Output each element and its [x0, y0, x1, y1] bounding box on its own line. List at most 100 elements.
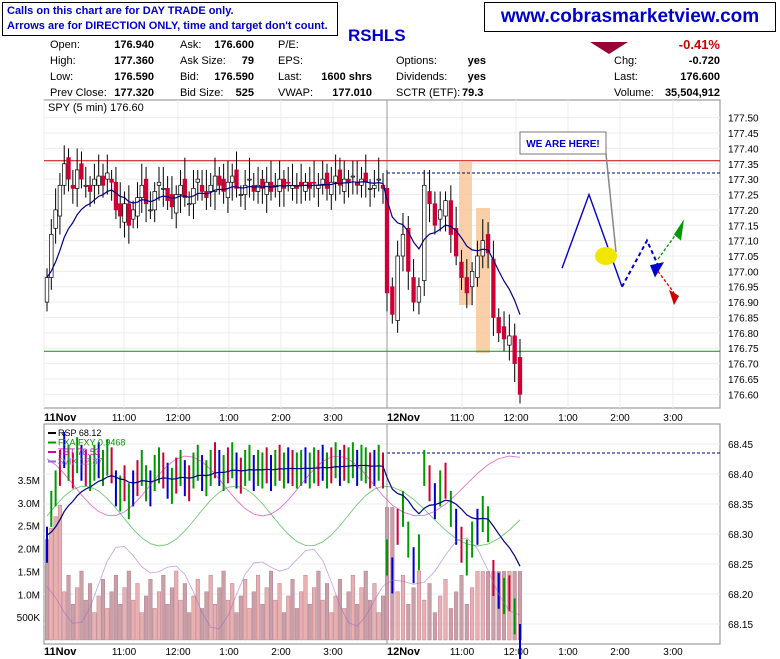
- time-tick: 1:00: [558, 413, 578, 424]
- price-tick: 177.50: [728, 114, 759, 125]
- candle-body: [182, 178, 187, 198]
- volume-bar: [139, 612, 144, 641]
- volume-bar: [475, 571, 480, 641]
- volume-bar: [411, 587, 416, 641]
- volume-bar: [217, 587, 222, 641]
- volume-bar: [161, 574, 166, 641]
- candle-body: [169, 194, 175, 208]
- volume-bar: [400, 574, 405, 641]
- volume-tick: 1.0M: [18, 590, 40, 601]
- volume-bar: [273, 599, 278, 641]
- volume-bar: [105, 608, 110, 641]
- candle-body: [122, 203, 127, 223]
- price-tick: 177.10: [728, 237, 759, 248]
- blue-arrow-icon: [650, 262, 664, 278]
- time-tick-lower: 3:00: [663, 647, 683, 658]
- candle-body: [459, 261, 464, 278]
- rsp-tick: 68.35: [728, 500, 753, 511]
- volume-bar: [486, 571, 491, 641]
- volume-bar: [225, 599, 230, 641]
- time-tick-lower: 3:00: [323, 647, 343, 658]
- volume-bar: [238, 595, 243, 641]
- candle-body: [411, 277, 416, 303]
- candle-body: [105, 172, 110, 180]
- price-tick: 177.35: [728, 160, 759, 171]
- candle-body: [507, 335, 512, 346]
- candle-body: [264, 181, 269, 195]
- volume-bar: [234, 612, 239, 641]
- candle-body: [432, 203, 438, 226]
- candle-body: [395, 255, 400, 321]
- candle-body: [496, 317, 501, 334]
- volume-bar: [454, 591, 459, 641]
- volume-bar: [126, 570, 131, 641]
- green-arrow-icon: [674, 219, 684, 241]
- lower-panel: 68.45 68.40 68.35 68.30 68.25 68.20 68.15 3.5M 3…: [17, 424, 753, 659]
- highlight-zones: [459, 162, 490, 353]
- time-tick-lower: 11Nov: [44, 646, 77, 658]
- candle-body: [66, 157, 71, 180]
- price-tick: 176.90: [728, 298, 759, 309]
- candle-body: [148, 209, 153, 212]
- rsp-tick: 68.45: [728, 440, 753, 451]
- candle-body: [390, 286, 395, 315]
- volume-bar: [312, 587, 317, 641]
- volume-bar: [221, 570, 226, 641]
- down-triangle-icon: [590, 42, 628, 54]
- volume-bar: [187, 612, 192, 641]
- candle-body: [416, 286, 422, 303]
- candle-body: [199, 184, 205, 192]
- candle-body: [400, 234, 406, 257]
- volume-bar: [212, 604, 217, 641]
- candle-body: [281, 178, 287, 189]
- volume-bar: [320, 599, 325, 641]
- volume-bar: [57, 504, 62, 641]
- candle-body: [469, 271, 475, 288]
- time-tick-lower: 12:00: [503, 647, 528, 658]
- candle-body: [422, 184, 427, 281]
- volume-bar: [152, 608, 157, 641]
- time-tick-lower: 2:00: [271, 647, 291, 658]
- volume-bar: [131, 599, 136, 641]
- volume-bar: [427, 583, 432, 641]
- volume-bar: [286, 595, 291, 641]
- time-tick: 2:00: [271, 413, 291, 424]
- candle-body: [44, 277, 50, 303]
- candle-body: [438, 209, 443, 220]
- candle-body: [178, 184, 183, 195]
- volume-bar: [443, 579, 448, 641]
- candle-body: [87, 184, 93, 192]
- volume-bar: [376, 612, 381, 641]
- time-tick-lower: 12:00: [165, 647, 190, 658]
- annotation-pointer: [605, 153, 617, 253]
- candle-body: [512, 335, 517, 364]
- volume-bar: [406, 604, 411, 641]
- grid: [43, 100, 720, 408]
- volume-bar: [355, 604, 360, 641]
- volume-bar: [251, 591, 256, 641]
- volume-bar: [346, 591, 351, 641]
- volume-bar: [247, 608, 252, 641]
- candle-body: [195, 178, 200, 183]
- candle-body: [427, 191, 432, 205]
- candle-body: [342, 178, 347, 192]
- volume-bar: [156, 591, 161, 641]
- candle-body: [501, 326, 507, 340]
- volume-bar: [342, 608, 347, 641]
- price-tick: 176.70: [728, 360, 759, 371]
- candle-body: [303, 181, 308, 192]
- legend-label: TBT 78.53: [58, 447, 100, 457]
- candle-body: [135, 197, 140, 217]
- time-tick-lower: 1:00: [558, 647, 578, 658]
- volume-bar: [96, 595, 101, 641]
- volume-bar: [464, 604, 469, 641]
- volume-tick: 3.5M: [18, 476, 40, 487]
- price-tick: 176.85: [728, 313, 759, 324]
- candle-body: [225, 181, 231, 198]
- volume-bar: [62, 591, 67, 641]
- candle-body: [363, 172, 368, 183]
- volume-bar: [350, 574, 355, 641]
- time-tick: 2:00: [610, 413, 630, 424]
- site-url[interactable]: www.cobrasmarketview.com: [484, 2, 776, 32]
- price-tick: 177.15: [728, 221, 759, 232]
